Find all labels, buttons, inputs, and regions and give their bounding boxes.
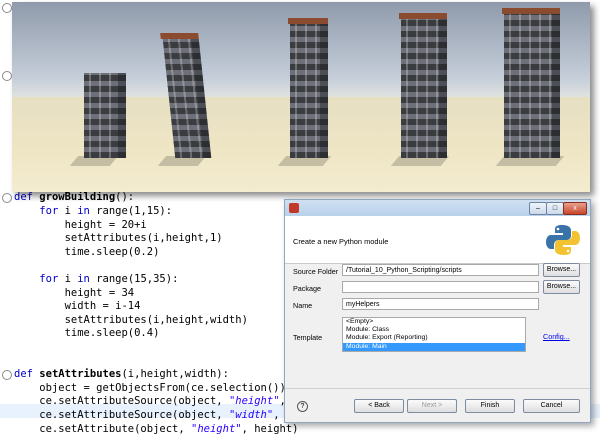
button-bar-divider	[285, 388, 590, 389]
minimize-button[interactable]: –	[529, 202, 547, 215]
code-token: "width"	[228, 409, 274, 421]
code-token: range(15,35):	[89, 273, 179, 285]
code-token: setAttributes	[39, 368, 122, 381]
render-frame-4	[357, 2, 472, 192]
code-token: ce.setAttributeSource(object,	[14, 395, 229, 408]
code-token: ce.setAttributeSource(object,	[14, 409, 229, 421]
code-line: time.sleep(0.4)	[14, 327, 160, 341]
package-browse-button[interactable]: Browse...	[543, 280, 580, 294]
code-line: ce.setAttribute(object, "height", height…	[14, 422, 299, 437]
code-line: def setAttributes(i,height,width):	[14, 368, 229, 382]
close-button[interactable]: x	[563, 202, 587, 215]
package-label: Package	[293, 284, 321, 293]
code-token: "height"	[191, 422, 242, 435]
code-line: width = i-14	[14, 300, 141, 314]
source-folder-field[interactable]: /Tutorial_10_Python_Scripting/scripts	[342, 264, 539, 276]
package-field[interactable]	[342, 281, 539, 293]
fold-toggle-icon[interactable]	[2, 370, 12, 381]
name-label: Name	[293, 301, 313, 310]
template-option-selected[interactable]: Module: Main	[343, 342, 525, 351]
code-line: setAttributes(i,height,width)	[14, 314, 248, 328]
back-button[interactable]: < Back	[354, 399, 404, 413]
code-token: time.sleep(0.2)	[14, 245, 160, 258]
code-token: height = 20+i	[14, 218, 147, 231]
code-token: "height"	[228, 395, 280, 408]
code-token: height = 34	[14, 286, 135, 299]
dialog-banner: Create a new Python module	[285, 216, 590, 264]
name-field[interactable]: myHelpers	[342, 298, 539, 310]
python-logo-icon	[546, 225, 580, 255]
fold-toggle-icon[interactable]	[2, 193, 12, 204]
template-option[interactable]: Module: Class	[343, 326, 525, 334]
code-token: i	[58, 205, 78, 217]
code-token: time.sleep(0.4)	[14, 327, 160, 340]
config-link[interactable]: Config...	[543, 332, 570, 341]
code-line: time.sleep(0.2)	[14, 245, 160, 260]
banner-title: Create a new Python module	[293, 237, 389, 246]
code-token: def	[14, 368, 33, 381]
code-line: object = getObjectsFrom(ce.selection())	[14, 382, 286, 396]
render-frame-3	[242, 2, 357, 192]
help-icon[interactable]: ?	[297, 401, 308, 412]
fold-toggle-icon[interactable]	[2, 3, 12, 13]
code-token: def	[14, 191, 33, 204]
building-image	[288, 18, 328, 158]
code-token: growBuilding	[39, 191, 116, 204]
code-token: (i,height,width):	[121, 368, 229, 381]
render-frame-2	[127, 2, 242, 192]
code-line: height = 20+i	[14, 219, 147, 233]
code-token: in	[77, 273, 90, 285]
code-line: for i in range(15,35):	[14, 273, 178, 287]
building-image	[502, 8, 560, 158]
fold-toggle-icon[interactable]	[2, 71, 12, 81]
code-token: object = getObjectsFrom(ce.selection())	[14, 381, 286, 394]
code-token: setAttributes(i,height,width)	[14, 313, 248, 326]
code-token: width = i-14	[14, 300, 141, 313]
source-folder-browse-button[interactable]: Browse...	[543, 263, 580, 277]
code-token: range(1,15):	[89, 205, 173, 217]
code-token: ce.setAttribute(object,	[14, 422, 192, 435]
building-render-strip	[12, 2, 590, 192]
code-line: def growBuilding():	[14, 191, 134, 205]
template-option[interactable]: <Empty>	[343, 318, 525, 326]
code-line: ce.setAttributeSource(object, "height", …	[14, 395, 317, 409]
render-frame-1	[12, 2, 127, 192]
code-line: setAttributes(i,height,1)	[14, 232, 223, 246]
template-option[interactable]: Module: Export (Reporting)	[343, 334, 525, 342]
source-folder-label: Source Folder	[293, 267, 339, 276]
building-image	[399, 13, 447, 158]
code-token: for	[39, 273, 59, 285]
code-token: in	[77, 205, 90, 217]
app-icon	[289, 203, 299, 213]
code-line: for i in range(1,15):	[14, 205, 172, 219]
building-image	[84, 73, 126, 158]
finish-button[interactable]: Finish	[465, 399, 515, 413]
code-token: i	[58, 273, 78, 285]
cancel-button[interactable]: Cancel	[523, 399, 580, 413]
code-token: for	[39, 205, 59, 217]
code-token: ():	[115, 191, 135, 204]
code-token: setAttributes(i,height,1)	[14, 232, 223, 245]
code-token: , height)	[241, 422, 299, 435]
code-line: height = 34	[14, 286, 135, 301]
template-label: Template	[293, 333, 323, 342]
code-line: ce.setAttributeSource(object, "width", "…	[14, 409, 311, 423]
next-button[interactable]: Next >	[407, 399, 457, 413]
maximize-button[interactable]: □	[546, 202, 564, 215]
render-frame-5	[472, 2, 590, 192]
template-list[interactable]: <Empty> Module: Class Module: Export (Re…	[342, 317, 526, 352]
dialog-titlebar[interactable]: – □ x	[285, 200, 590, 216]
new-python-module-dialog: – □ x Create a new Python module Source …	[284, 199, 591, 423]
